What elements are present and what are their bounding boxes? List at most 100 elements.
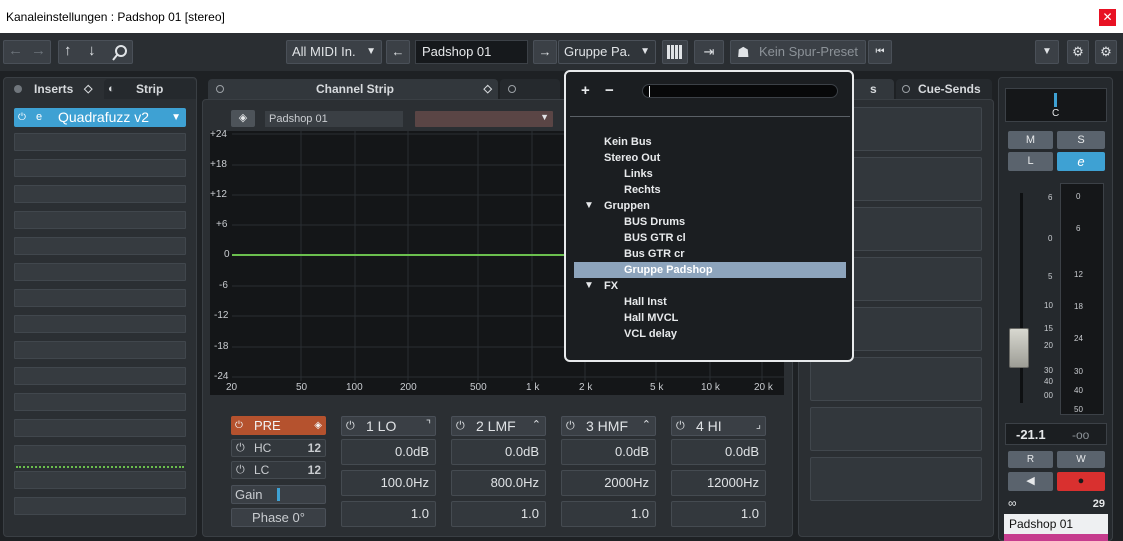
band-2-header[interactable]: ⏻ 2 LMF ⌃: [451, 416, 546, 436]
power-icon[interactable]: ⏻: [18, 108, 26, 127]
tree-item[interactable]: Bus GTR cr: [584, 246, 834, 262]
tree-item[interactable]: VCL delay: [584, 326, 834, 342]
band-4-q[interactable]: 1.0: [671, 501, 766, 527]
insert-slot[interactable]: [14, 211, 186, 229]
expand-all-button[interactable]: +: [581, 82, 590, 99]
band-4-freq[interactable]: 12000Hz: [671, 470, 766, 496]
filter-slope-icon[interactable]: 12: [308, 462, 321, 478]
settings-button[interactable]: ⚙: [1095, 40, 1117, 64]
peak-value[interactable]: -oo: [1072, 428, 1089, 442]
edit-channel-button[interactable]: e: [1057, 152, 1105, 171]
band-3-header[interactable]: ⏻ 3 HMF ⌃: [561, 416, 656, 436]
pre-section-button[interactable]: ⏻ PRE ◈: [231, 416, 326, 435]
listen-button[interactable]: L: [1008, 152, 1053, 171]
band-2-gain[interactable]: 0.0dB: [451, 439, 546, 465]
peak-icon[interactable]: ⌃: [642, 416, 651, 434]
close-button[interactable]: ✕: [1099, 9, 1116, 26]
tab-channel-strip[interactable]: Channel Strip ◇: [208, 79, 498, 99]
tree-item[interactable]: Kein Bus: [584, 134, 834, 150]
insert-slot[interactable]: [14, 133, 186, 151]
shelf-icon[interactable]: ⌝: [426, 416, 431, 434]
search-icon[interactable]: [111, 44, 129, 62]
band-3-freq[interactable]: 2000Hz: [561, 470, 656, 496]
insert-slot[interactable]: [14, 263, 186, 281]
sidechain-button[interactable]: ⇥: [694, 40, 724, 64]
write-automation-button[interactable]: W: [1057, 451, 1105, 468]
output-routing-button[interactable]: →: [533, 40, 557, 64]
insert-slot[interactable]: [14, 471, 186, 489]
edit-icon[interactable]: e: [36, 108, 42, 127]
insert-slot[interactable]: [14, 419, 186, 437]
power-icon[interactable]: ⏻: [346, 417, 355, 435]
band-3-gain[interactable]: 0.0dB: [561, 439, 656, 465]
insert-slot[interactable]: [14, 367, 186, 385]
folder-expand-icon[interactable]: ▼: [584, 198, 594, 214]
send-slot[interactable]: [810, 357, 982, 401]
band-4-gain[interactable]: 0.0dB: [671, 439, 766, 465]
preset-nav-button[interactable]: ⏮: [868, 40, 892, 64]
window-layout-button[interactable]: ⚙: [1067, 40, 1089, 64]
band-3-q[interactable]: 1.0: [561, 501, 656, 527]
gain-slider[interactable]: Gain: [231, 485, 326, 504]
power-icon[interactable]: ⏻: [676, 417, 685, 435]
insert-slot[interactable]: [14, 315, 186, 333]
tab-cue-sends[interactable]: Cue-Sends: [896, 79, 992, 99]
menu-dropdown-button[interactable]: ▼: [1035, 40, 1059, 64]
power-icon[interactable]: ⏻: [236, 440, 245, 456]
send-slot[interactable]: [810, 457, 982, 501]
insert-slot[interactable]: [14, 393, 186, 411]
input-routing-button[interactable]: ←: [386, 40, 410, 64]
insert-slot[interactable]: [14, 341, 186, 359]
tree-folder[interactable]: ▼ Gruppen: [584, 198, 834, 214]
mute-button[interactable]: M: [1008, 131, 1053, 149]
insert-slot[interactable]: [14, 289, 186, 307]
band-1-freq[interactable]: 100.0Hz: [341, 470, 436, 496]
output-routing-select[interactable]: Gruppe Pa. ▼: [558, 40, 656, 64]
power-icon[interactable]: ⏻: [456, 417, 465, 435]
power-icon[interactable]: ⏻: [566, 417, 575, 435]
read-automation-button[interactable]: R: [1008, 451, 1053, 468]
tree-item[interactable]: Rechts: [584, 182, 834, 198]
search-filter-input[interactable]: [642, 84, 838, 98]
band-1-gain[interactable]: 0.0dB: [341, 439, 436, 465]
band-2-q[interactable]: 1.0: [451, 501, 546, 527]
forward-arrow-icon[interactable]: →: [31, 42, 46, 59]
tree-item[interactable]: Stereo Out: [584, 150, 834, 166]
power-icon[interactable]: ⏻: [236, 462, 245, 478]
tree-item[interactable]: Links: [584, 166, 834, 182]
insert-slot[interactable]: [14, 159, 186, 177]
keyboard-button[interactable]: [662, 40, 688, 64]
eq-color-select[interactable]: ▼: [415, 111, 553, 127]
tree-item[interactable]: Gruppe Padshop: [574, 262, 846, 278]
pan-control[interactable]: C: [1005, 88, 1107, 122]
monitor-button[interactable]: ◀: [1008, 472, 1053, 491]
volume-fader[interactable]: 6 0 5 10 15 20 30 40 00: [1004, 181, 1056, 419]
tree-item[interactable]: Hall Inst: [584, 294, 834, 310]
band-4-header[interactable]: ⏻ 4 HI ⌟: [671, 416, 766, 436]
band-2-freq[interactable]: 800.0Hz: [451, 470, 546, 496]
track-name-field[interactable]: Padshop 01: [415, 40, 528, 64]
hc-filter[interactable]: ⏻ HC 12: [231, 439, 326, 457]
tree-item[interactable]: BUS Drums: [584, 214, 834, 230]
tab-next[interactable]: [500, 79, 560, 99]
band-1-header[interactable]: ⏻ 1 LO ⌝: [341, 416, 436, 436]
filter-slope-icon[interactable]: 12: [308, 440, 321, 456]
phase-button[interactable]: Phase 0°: [231, 508, 326, 527]
peak-icon[interactable]: ⌃: [532, 416, 541, 434]
solo-button[interactable]: S: [1057, 131, 1105, 149]
insert-slot[interactable]: [14, 497, 186, 515]
fader-cap[interactable]: [1009, 328, 1029, 368]
band-1-q[interactable]: 1.0: [341, 501, 436, 527]
shelf-icon[interactable]: ⌟: [756, 416, 761, 434]
eq-link-button[interactable]: ◈: [231, 110, 255, 127]
back-arrow-icon[interactable]: ←: [8, 42, 23, 59]
gain-slider-handle[interactable]: [277, 488, 280, 501]
tree-item[interactable]: BUS GTR cl: [584, 230, 834, 246]
tab-strip[interactable]: ◐ Strip: [104, 79, 196, 99]
collapse-all-button[interactable]: −: [605, 82, 614, 99]
midi-input-select[interactable]: All MIDI In. ▼: [286, 40, 382, 64]
track-preset-select[interactable]: ☗ Kein Spur-Preset: [730, 40, 866, 64]
volume-value[interactable]: -21.1: [1016, 427, 1046, 442]
tree-folder[interactable]: ▼ FX: [584, 278, 834, 294]
down-arrow-icon[interactable]: ↓: [88, 42, 96, 59]
